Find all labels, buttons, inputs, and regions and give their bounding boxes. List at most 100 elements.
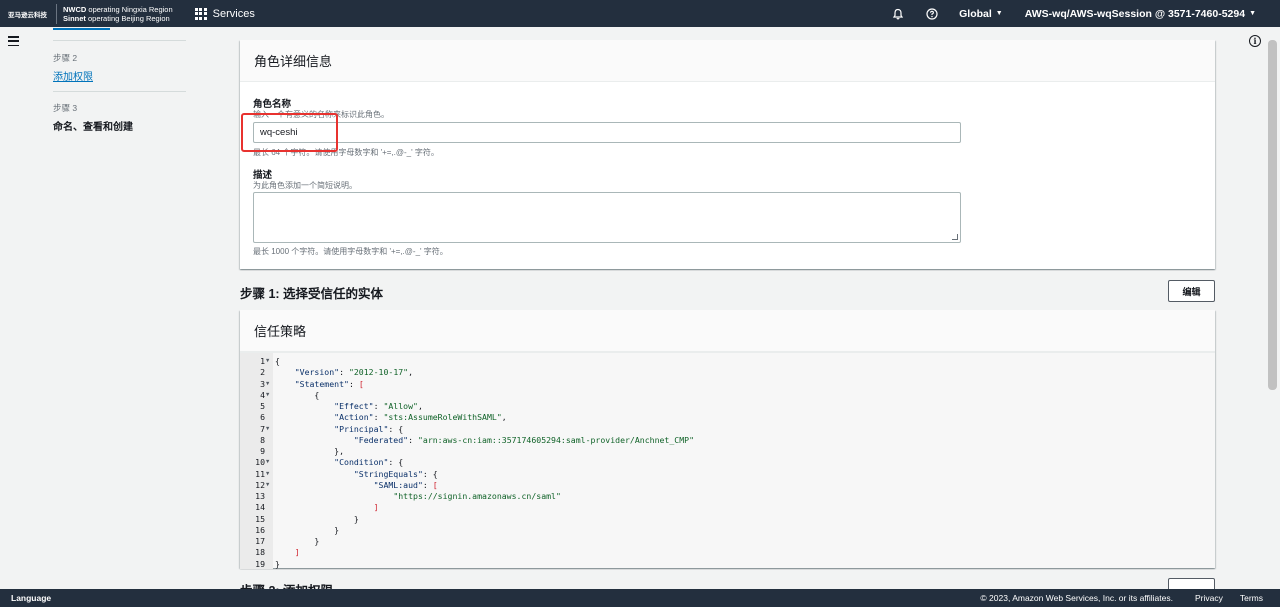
step2-link[interactable]: 添加权限	[53, 68, 93, 83]
code-line: 19}	[240, 559, 1215, 570]
line-number: 18	[255, 547, 265, 558]
step1-section-title: 步骤 1: 选择受信任的实体	[240, 287, 384, 301]
region-selector-label: Global	[959, 7, 992, 20]
code-line: 3 ▼ "Statement": [	[240, 379, 1215, 390]
code-line: 16 }	[240, 525, 1215, 536]
trust-policy-header: 信任策略	[240, 310, 1215, 352]
line-number: 16	[255, 524, 265, 535]
privacy-link[interactable]: Privacy	[1195, 593, 1223, 603]
resize-handle-icon[interactable]	[952, 234, 958, 240]
footer: Language © 2023, Amazon Web Services, In…	[0, 589, 1280, 607]
line-number: 7	[260, 423, 265, 434]
line-number: 15	[255, 513, 265, 524]
step2-number: 步骤 2	[53, 53, 78, 63]
code-line: 15 }	[240, 514, 1215, 525]
language-selector[interactable]: Language	[11, 593, 51, 603]
code-line: 11 ▼ "StringEquals": {	[240, 469, 1215, 480]
code-line: 6 "Action": "sts:AssumeRoleWithSAML",	[240, 412, 1215, 423]
step-3: 步骤 3 命名、查看和创建	[53, 102, 133, 133]
services-label: Services	[212, 7, 255, 20]
account-menu[interactable]: AWS-wq/AWS-wqSession @ 3571-7460-5294 ▼	[1025, 8, 1256, 20]
trust-policy-code-editor[interactable]: 1 ▼{2 "Version": "2012-10-17", 3 ▼ "Stateme…	[240, 352, 1215, 570]
code-text: "Condition": {	[334, 457, 404, 468]
code-text: "SAML:aud": [	[373, 479, 438, 490]
info-icon[interactable]: i	[1249, 35, 1261, 47]
line-number: 1	[260, 356, 265, 366]
fold-toggle-icon[interactable]: ▼	[266, 469, 269, 480]
code-line: 18 ]	[240, 547, 1215, 558]
code-line: 2 "Version": "2012-10-17",	[240, 367, 1215, 378]
code-line: 7 ▼ "Principal": {	[240, 424, 1215, 435]
aws-logo[interactable]: 亚马逊云科技	[0, 0, 48, 27]
description-label: 描述	[253, 170, 273, 181]
line-number: 12	[255, 479, 265, 490]
code-text: "Action": "sts:AssumeRoleWithSAML",	[334, 412, 507, 423]
line-number: 8	[260, 434, 265, 445]
code-line: 17 }	[240, 536, 1215, 547]
line-number: 6	[260, 412, 265, 423]
fold-toggle-icon[interactable]: ▼	[266, 480, 269, 491]
annotation-highlight-box	[241, 113, 338, 152]
description-hint: 最长 1000 个字符。请使用字母数字和 '+=,.@-_' 字符。	[253, 247, 448, 256]
fold-toggle-icon[interactable]: ▼	[266, 356, 269, 367]
region-line1-bold: NWCD	[63, 4, 87, 14]
fold-toggle-icon[interactable]: ▼	[266, 457, 269, 468]
code-line: 9 },	[240, 446, 1215, 457]
region-selector[interactable]: Global ▼	[959, 8, 1003, 20]
line-number: 11	[255, 468, 265, 479]
copyright-text: © 2023, Amazon Web Services, Inc. or its…	[980, 593, 1173, 603]
code-text: ]	[294, 547, 300, 558]
fold-toggle-icon[interactable]: ▼	[266, 379, 269, 390]
line-number: 3	[260, 378, 265, 389]
region-line2-bold: Sinnet	[63, 13, 86, 23]
role-details-header: 角色详细信息	[240, 40, 1215, 82]
step-divider	[53, 40, 186, 41]
step3-title: 命名、查看和创建	[53, 122, 133, 133]
code-line: 5 "Effect": "Allow",	[240, 401, 1215, 412]
account-label: AWS-wq/AWS-wqSession @ 3571-7460-5294	[1024, 7, 1246, 20]
step-2: 步骤 2 添加权限	[53, 52, 93, 83]
step-divider	[53, 91, 186, 92]
help-icon[interactable]	[925, 7, 939, 21]
role-name-input[interactable]: wq-ceshi	[253, 122, 961, 143]
region-line1-rest: operating Ningxia Region	[86, 4, 173, 14]
code-line: 10 ▼ "Condition": {	[240, 457, 1215, 468]
region-info: NWCD operating Ningxia Region Sinnet ope…	[63, 5, 173, 23]
code-text: "https://signin.amazonaws.cn/saml"	[393, 491, 561, 501]
terms-link[interactable]: Terms	[1240, 593, 1263, 603]
bell-icon[interactable]	[891, 7, 905, 21]
line-number: 17	[255, 536, 265, 546]
step1-edit-button[interactable]: 编辑	[1168, 280, 1215, 302]
step1-link-underline	[53, 28, 110, 30]
trust-policy-panel: 信任策略 1 ▼{2 "Version": "2012-10-17", 3 ▼ "St…	[240, 310, 1215, 570]
grid-icon	[194, 7, 207, 20]
fold-toggle-icon[interactable]: ▼	[266, 424, 269, 435]
caret-down-icon: ▼	[1249, 10, 1256, 17]
code-text: ]	[373, 502, 379, 513]
code-line: 4 ▼ {	[240, 390, 1215, 401]
region-line2-rest: operating Beijing Region	[85, 13, 170, 23]
code-text: }	[275, 558, 280, 569]
description-description: 为此角色添加一个简短说明。	[253, 181, 357, 190]
logo-divider	[56, 3, 57, 24]
line-number: 19	[255, 558, 265, 569]
menu-icon[interactable]	[8, 36, 19, 46]
code-text: {	[275, 356, 280, 366]
line-number: 9	[260, 446, 265, 456]
code-text: "Version": "2012-10-17",	[294, 367, 414, 378]
services-menu[interactable]: Services	[194, 7, 255, 20]
scrollbar[interactable]	[1268, 40, 1277, 390]
logo-text: 亚马逊云科技	[8, 11, 47, 19]
line-number: 4	[260, 389, 265, 400]
line-number: 5	[260, 401, 265, 411]
code-line: 8 "Federated": "arn:aws-cn:iam::35717460…	[240, 435, 1215, 446]
code-text: {	[275, 389, 320, 400]
code-text: "Statement": [	[294, 378, 364, 389]
line-number: 13	[255, 491, 265, 501]
description-textarea[interactable]	[253, 192, 961, 243]
code-line: 14 ]	[240, 502, 1215, 513]
code-text: },	[275, 446, 345, 456]
code-text: "Principal": {	[334, 423, 404, 434]
fold-toggle-icon[interactable]: ▼	[266, 390, 269, 401]
code-line: 12 ▼ "SAML:aud": [	[240, 480, 1215, 491]
